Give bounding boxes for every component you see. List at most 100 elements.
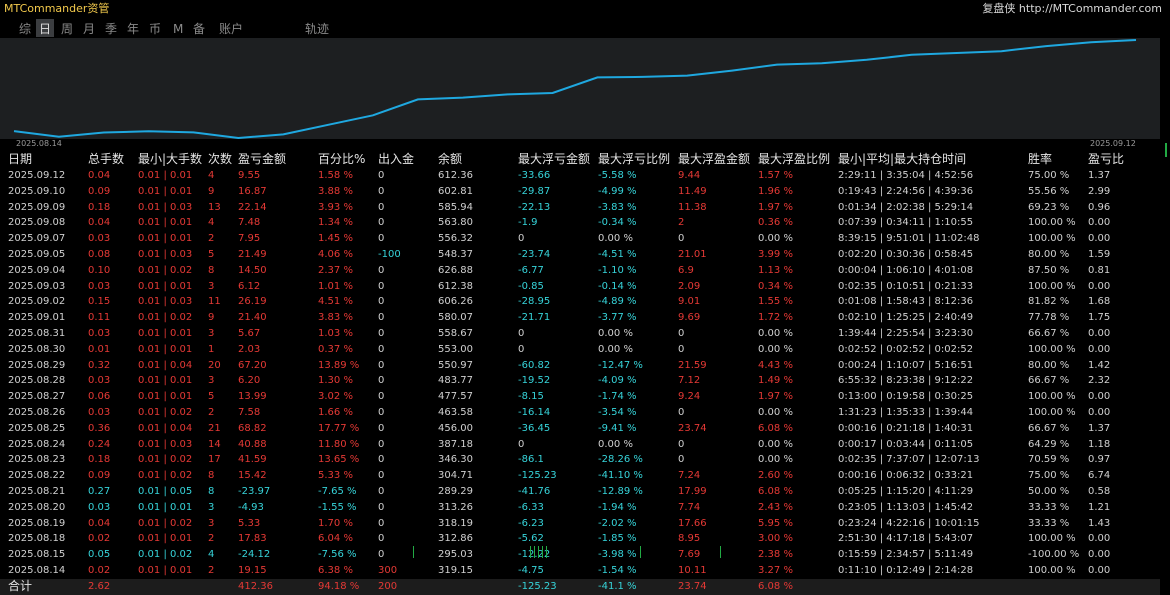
- cell-mfp: 21.59: [678, 359, 707, 371]
- tab-2[interactable]: 周: [58, 19, 76, 37]
- cell-lots: 0.24: [88, 438, 111, 450]
- cell-flow: 0: [378, 296, 385, 308]
- table-row[interactable]: 2025.08.28 0.03 0.01 | 0.01 3 6.20 1.30 % 0 483…: [0, 373, 1160, 389]
- cell-lots: 0.08: [88, 248, 111, 260]
- tab-5[interactable]: 年: [124, 19, 142, 37]
- cell-count: 3: [208, 280, 215, 292]
- cell-flow: 0: [378, 264, 385, 276]
- brand-link[interactable]: 复盘侠 http://MTCommander.com: [982, 0, 1162, 17]
- cell-mfp: 7.12: [678, 375, 701, 387]
- table-row[interactable]: 2025.09.04 0.10 0.01 | 0.02 8 14.50 2.37 % 0 62…: [0, 263, 1160, 279]
- cell-pct: 1.70 %: [318, 517, 353, 529]
- cell-pnl: 5.67: [238, 327, 261, 339]
- column-header[interactable]: 最大浮盈金额: [678, 150, 750, 168]
- cell-pr: 1.75: [1088, 312, 1111, 324]
- cell-lots: 0.03: [88, 233, 111, 245]
- table-row[interactable]: 2025.08.29 0.32 0.01 | 0.04 20 67.20 13.89 % 0…: [0, 358, 1160, 374]
- tab-9[interactable]: 账户: [216, 19, 246, 37]
- cell-pr: 0.96: [1088, 201, 1111, 213]
- tick-mark: [720, 546, 721, 558]
- cell-mfl: -33.66: [518, 170, 551, 181]
- cell-count: 2: [208, 406, 215, 418]
- table-row[interactable]: 2025.09.10 0.09 0.01 | 0.01 9 16.87 3.88 % 0 60…: [0, 184, 1160, 200]
- column-header[interactable]: 最小|大手数: [138, 150, 202, 168]
- column-header[interactable]: 次数: [208, 150, 232, 168]
- column-header[interactable]: 盈亏金额: [238, 150, 286, 168]
- column-header[interactable]: 总手数: [88, 150, 124, 168]
- cell-bal: 563.80: [438, 217, 473, 229]
- table-row[interactable]: 2025.08.25 0.36 0.01 | 0.04 21 68.82 17.77 % 0…: [0, 421, 1160, 437]
- cell-win: 100.00 %: [1028, 233, 1076, 245]
- cell-pr: 0.00: [1088, 343, 1111, 355]
- table-row[interactable]: 2025.09.02 0.15 0.01 | 0.03 11 26.19 4.51 % 0 6…: [0, 294, 1160, 310]
- column-header[interactable]: 最大浮亏比例: [598, 150, 670, 168]
- cell-mflp: -4.99 %: [598, 185, 637, 197]
- column-header[interactable]: 盈亏比: [1088, 150, 1124, 168]
- column-header[interactable]: 最大浮盈比例: [758, 150, 830, 168]
- table-row[interactable]: 2025.08.14 0.02 0.01 | 0.01 2 19.15 6.38 % 300…: [0, 563, 1160, 579]
- chart-end-date: 2025.09.12: [1090, 139, 1136, 148]
- column-header[interactable]: 日期: [8, 150, 32, 168]
- tab-6[interactable]: 币: [146, 19, 164, 37]
- cell-flow: 0: [378, 501, 385, 513]
- tab-1[interactable]: 日: [36, 19, 55, 37]
- table-row[interactable]: 2025.08.23 0.18 0.01 | 0.02 17 41.59 13.65 % 0…: [0, 452, 1160, 468]
- cell-mfl: 0: [518, 233, 525, 245]
- table-row[interactable]: 2025.08.19 0.04 0.01 | 0.02 3 5.33 1.70 % 0 318…: [0, 516, 1160, 532]
- cell-lots: 0.09: [88, 470, 111, 482]
- table-row[interactable]: 2025.09.07 0.03 0.01 | 0.01 2 7.95 1.45 % 0 556…: [0, 231, 1160, 247]
- cell-pnl: 7.48: [238, 217, 261, 229]
- table-row[interactable]: 2025.08.26 0.03 0.01 | 0.02 2 7.58 1.66 % 0 463…: [0, 405, 1160, 421]
- table-row[interactable]: 2025.09.12 0.04 0.01 | 0.01 4 9.55 1.58 % 0 612…: [0, 168, 1160, 184]
- column-header[interactable]: 最小|平均|最大持仓时间: [838, 150, 966, 168]
- cell-mflp: -2.02 %: [598, 517, 637, 529]
- cell-bal: 387.18: [438, 438, 473, 450]
- cell-mfpp: 0.00 %: [758, 343, 793, 355]
- cell-pct: -7.65 %: [318, 485, 357, 497]
- cell-mfp: 6.9: [678, 264, 694, 276]
- table-row[interactable]: 2025.08.24 0.24 0.01 | 0.03 14 40.88 11.80 % 0…: [0, 437, 1160, 453]
- table-row[interactable]: 2025.09.03 0.03 0.01 | 0.01 3 6.12 1.01 % 0 612…: [0, 279, 1160, 295]
- cell-minmax: 0.01 | 0.03: [138, 438, 193, 450]
- cell-time: 0:23:24 | 4:22:16 | 10:01:15: [838, 517, 980, 529]
- table-row[interactable]: 2025.09.05 0.08 0.01 | 0.03 5 21.49 4.06 % -10…: [0, 247, 1160, 263]
- cell-mfpp: 0.00 %: [758, 233, 793, 245]
- column-header[interactable]: 胜率: [1028, 150, 1052, 168]
- tab-7[interactable]: M: [170, 19, 186, 37]
- tab-0[interactable]: 综: [16, 19, 34, 37]
- cell-time: 0:01:34 | 2:02:38 | 5:29:14: [838, 201, 974, 213]
- cell-minmax: 0.01 | 0.01: [138, 217, 193, 229]
- chart-start-date: 2025.08.14: [16, 139, 62, 148]
- cell-mfp: 7.74: [678, 501, 701, 513]
- cell-date: 2025.09.07: [8, 233, 66, 245]
- cell-mfp: 0: [678, 454, 685, 466]
- table-row[interactable]: 2025.08.31 0.03 0.01 | 0.01 3 5.67 1.03 % 0 558…: [0, 326, 1160, 342]
- cell-mfpp: 2.60 %: [758, 470, 793, 482]
- cell-pnl: 6.12: [238, 280, 261, 292]
- cell-win: 81.82 %: [1028, 296, 1070, 308]
- cell-mfpp: 1.13 %: [758, 264, 793, 276]
- table-row[interactable]: 2025.09.01 0.11 0.01 | 0.02 9 21.40 3.83 % 0 58…: [0, 310, 1160, 326]
- column-header[interactable]: 百分比%: [318, 150, 365, 168]
- table-row[interactable]: 2025.08.21 0.27 0.01 | 0.05 8 -23.97 -7.65 % 0…: [0, 484, 1160, 500]
- table-row[interactable]: 2025.08.27 0.06 0.01 | 0.01 5 13.99 3.02 % 0 47…: [0, 389, 1160, 405]
- tick-mark: [546, 546, 547, 558]
- table-row[interactable]: 2025.08.30 0.01 0.01 | 0.01 1 2.03 0.37 % 0 553…: [0, 342, 1160, 358]
- tab-8[interactable]: 备: [190, 19, 208, 37]
- cell-mfp: 9.01: [678, 296, 701, 308]
- cell-pr: 0.00: [1088, 217, 1111, 229]
- cell-date: 2025.09.02: [8, 296, 66, 308]
- table-row[interactable]: 2025.08.22 0.09 0.01 | 0.02 8 15.42 5.33 % 0 30…: [0, 468, 1160, 484]
- cell-bal: 612.36: [438, 170, 473, 181]
- table-row[interactable]: 2025.09.09 0.18 0.01 | 0.03 13 22.14 3.93 % 0 5…: [0, 200, 1160, 216]
- column-header[interactable]: 最大浮亏金额: [518, 150, 590, 168]
- table-row[interactable]: 2025.08.20 0.03 0.01 | 0.01 3 -4.93 -1.55 % 0 3…: [0, 500, 1160, 516]
- column-header[interactable]: 余额: [438, 150, 462, 168]
- column-header[interactable]: 出入金: [378, 150, 414, 168]
- cell-mfp: 0: [678, 438, 685, 450]
- cell-date: 2025.09.01: [8, 312, 66, 324]
- tab-4[interactable]: 季: [102, 19, 120, 37]
- tab-3[interactable]: 月: [80, 19, 98, 37]
- cell-pr: 0.58: [1088, 485, 1111, 497]
- table-row[interactable]: 2025.09.08 0.04 0.01 | 0.01 4 7.48 1.34 % 0 563…: [0, 215, 1160, 231]
